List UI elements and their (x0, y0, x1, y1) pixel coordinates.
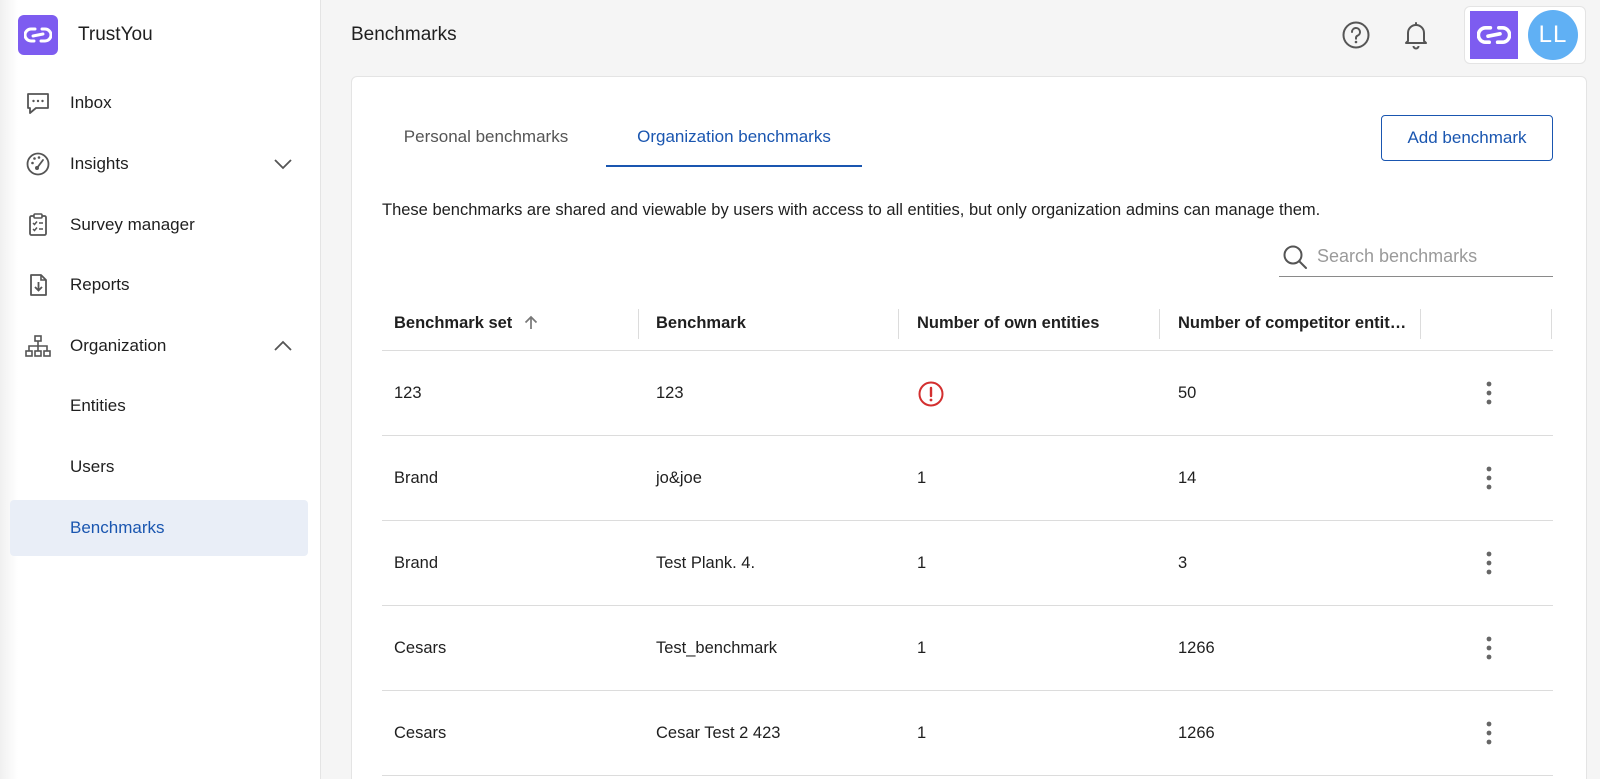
sidebar-item-label: Organization (70, 336, 167, 355)
cell-benchmark: Cesar Test 2 423 (656, 724, 781, 742)
description-text: These benchmarks are shared and viewable… (382, 201, 1321, 219)
sidebar-item-insights[interactable]: Insights (10, 136, 308, 192)
tab-organization-benchmarks[interactable]: Organization benchmarks (606, 115, 862, 167)
column-header-benchmark[interactable]: Benchmark (656, 295, 896, 351)
cell-benchmark: Test Plank. 4. (656, 554, 756, 572)
table-row[interactable]: 123 123 50 (382, 351, 1553, 436)
chevron-down-icon[interactable] (272, 153, 294, 175)
cell-own-entities: 1 (917, 469, 927, 487)
cell-benchmark: 123 (656, 384, 684, 402)
cell-benchmark: jo&joe (656, 469, 702, 487)
tab-personal-benchmarks[interactable]: Personal benchmarks (382, 115, 590, 157)
more-options-icon[interactable] (1475, 634, 1503, 662)
table-row[interactable]: Cesars Cesar Test 2 423 1 1266 (382, 691, 1553, 776)
brand[interactable]: TrustYou (18, 15, 153, 55)
sidebar-item-label: Insights (70, 154, 129, 173)
table-row[interactable]: Cesars Test_benchmark 1 1266 (382, 606, 1553, 691)
cell-competitor-entities: 3 (1178, 554, 1188, 572)
cell-competitor-entities: 50 (1178, 384, 1197, 402)
column-divider (1551, 309, 1552, 339)
benchmarks-card: Personal benchmarks Organization benchma… (351, 76, 1587, 779)
cell-benchmark-set: 123 (394, 384, 422, 402)
cell-own-entities: 1 (917, 724, 927, 742)
chevron-up-icon[interactable] (272, 335, 294, 357)
sidebar-item-label: Benchmarks (70, 518, 165, 537)
account-switcher[interactable]: LL (1464, 6, 1586, 64)
cell-own-entities: 1 (917, 639, 927, 657)
hierarchy-icon (24, 332, 52, 360)
cell-benchmark-set: Brand (394, 554, 439, 572)
cell-competitor-entities: 1266 (1178, 724, 1215, 742)
sidebar-item-reports[interactable]: Reports (10, 257, 308, 313)
more-options-icon[interactable] (1475, 464, 1503, 492)
warning-icon[interactable] (917, 380, 945, 408)
sidebar-item-label: Survey manager (70, 215, 195, 234)
clipboard-icon (24, 211, 52, 239)
sidebar-item-organization[interactable]: Organization (10, 318, 308, 374)
column-divider[interactable] (638, 309, 639, 339)
trustyou-logo-icon (1470, 11, 1518, 59)
sidebar-item-label: Users (70, 457, 115, 476)
trustyou-logo-icon (18, 15, 58, 55)
sidebar-item-benchmarks[interactable]: Benchmarks (10, 500, 308, 556)
sidebar-item-survey-manager[interactable]: Survey manager (10, 197, 308, 253)
more-options-icon[interactable] (1475, 549, 1503, 577)
cell-benchmark-set: Cesars (394, 724, 447, 742)
benchmarks-table: Benchmark set Benchmark Number of own en… (382, 295, 1553, 776)
sidebar: TrustYou Inbox Insights Survey manager R… (0, 0, 321, 779)
column-header-benchmark-set[interactable]: Benchmark set (394, 295, 634, 351)
more-options-icon[interactable] (1475, 719, 1503, 747)
cell-competitor-entities: 1266 (1178, 639, 1215, 657)
bell-icon[interactable] (1400, 19, 1432, 51)
column-divider[interactable] (1159, 309, 1160, 339)
sidebar-item-label: Reports (70, 275, 130, 294)
search-icon (1279, 241, 1311, 273)
sidebar-item-label: Entities (70, 396, 126, 415)
dashboard-gauge-icon (24, 150, 52, 178)
column-header-own-entities[interactable]: Number of own entities (917, 295, 1157, 351)
column-header-competitor-entities[interactable]: Number of competitor entit… (1178, 295, 1413, 351)
cell-benchmark-set: Brand (394, 469, 439, 487)
page-title: Benchmarks (351, 24, 457, 45)
sidebar-item-label: Inbox (70, 93, 112, 112)
sidebar-item-users[interactable]: Users (10, 439, 308, 495)
help-icon[interactable] (1340, 19, 1372, 51)
chat-icon (24, 89, 52, 117)
table-header: Benchmark set Benchmark Number of own en… (382, 295, 1553, 351)
cell-benchmark: Test_benchmark (656, 639, 778, 657)
cell-competitor-entities: 14 (1178, 469, 1197, 487)
column-divider[interactable] (898, 309, 899, 339)
sidebar-item-entities[interactable]: Entities (10, 378, 308, 434)
search-input[interactable] (1317, 246, 1537, 267)
sidebar-item-inbox[interactable]: Inbox (10, 75, 308, 131)
add-benchmark-button[interactable]: Add benchmark (1381, 115, 1553, 161)
search-field[interactable] (1279, 237, 1553, 277)
cell-own-entities: 1 (917, 554, 927, 572)
sort-ascending-icon[interactable] (522, 314, 540, 332)
table-row[interactable]: Brand jo&joe 1 14 (382, 436, 1553, 521)
file-download-icon (24, 271, 52, 299)
cell-benchmark-set: Cesars (394, 639, 447, 657)
avatar[interactable]: LL (1528, 10, 1578, 60)
table-row[interactable]: Brand Test Plank. 4. 1 3 (382, 521, 1553, 606)
brand-name: TrustYou (78, 24, 153, 45)
cell-own-entities (917, 351, 945, 436)
more-options-icon[interactable] (1475, 379, 1503, 407)
column-divider[interactable] (1420, 309, 1421, 339)
